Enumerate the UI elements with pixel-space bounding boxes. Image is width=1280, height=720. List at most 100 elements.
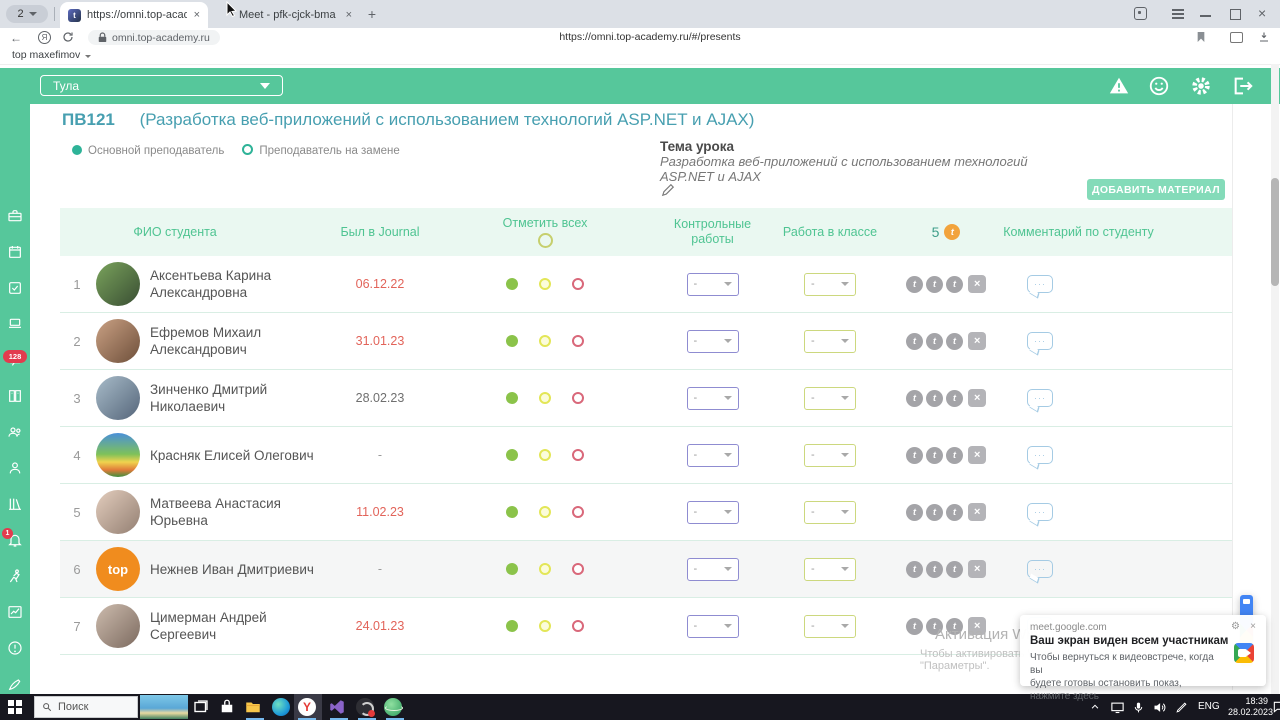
page-scrollbar-thumb[interactable] [1271,178,1279,286]
present-radio[interactable] [506,563,518,575]
action-center-icon[interactable] [1272,700,1280,714]
start-button[interactable] [8,700,22,714]
file-explorer-icon[interactable] [244,698,262,716]
clock[interactable]: 18:39 28.02.2023 [1228,696,1273,718]
url-origin-pill[interactable]: omni.top-academy.ru [88,30,220,45]
minimize-window-button[interactable] [1200,15,1211,17]
coin-button[interactable] [926,389,943,407]
coin-button[interactable] [946,446,963,464]
absent-radio[interactable] [572,335,584,347]
present-radio[interactable] [506,620,518,632]
coin-button[interactable] [946,332,963,350]
logout-icon[interactable] [1232,75,1254,97]
schedule-calendar-icon[interactable] [7,244,23,260]
coin-button[interactable] [926,332,943,350]
tab-counter[interactable]: 2 [6,5,48,23]
news-widget-thumbnail[interactable] [140,695,188,719]
coin-button[interactable] [946,389,963,407]
late-radio[interactable] [539,335,551,347]
coin-button[interactable] [946,560,963,578]
close-tab-icon[interactable]: × [194,9,200,21]
classwork-select[interactable]: - [804,614,856,638]
tests-select[interactable]: - [686,272,739,296]
student-person-icon[interactable] [7,460,23,476]
tasks-check-icon[interactable] [7,280,23,296]
notification-close-icon[interactable]: × [1250,621,1256,632]
edge-browser-icon[interactable] [272,698,290,716]
comment-icon[interactable] [1027,332,1053,350]
meet-notification[interactable]: meet.google.com ⚙ × Ваш экран виден всем… [1020,615,1266,702]
tests-select[interactable]: - [686,500,739,524]
mark-all-radio[interactable] [537,233,553,248]
bookmark-folder-top-maxefimov[interactable]: top maxefimov [12,49,92,61]
remove-coins-button[interactable] [968,560,986,578]
collections-icon[interactable] [1230,32,1243,43]
new-tab-button[interactable] [364,6,380,22]
absent-radio[interactable] [572,506,584,518]
download-icon[interactable] [1258,31,1270,43]
absent-radio[interactable] [572,620,584,632]
classwork-select[interactable]: - [804,329,856,353]
late-radio[interactable] [539,392,551,404]
close-window-button[interactable] [1258,5,1266,21]
tray-chevron-icon[interactable] [1090,702,1100,712]
edit-topic-icon[interactable] [661,183,675,197]
yandex-browser-icon[interactable] [298,698,316,716]
classwork-select[interactable]: - [804,500,856,524]
coin-button[interactable] [926,503,943,521]
restore-window-button[interactable] [1230,9,1241,20]
absent-radio[interactable] [572,278,584,290]
coin-button[interactable] [926,275,943,293]
remove-coins-button[interactable] [968,446,986,464]
remove-coins-button[interactable] [968,389,986,407]
absent-radio[interactable] [572,449,584,461]
coin-button[interactable] [906,389,923,407]
remove-coins-button[interactable] [968,332,986,350]
page-scrollbar-track[interactable] [1271,64,1279,694]
classwork-select[interactable]: - [804,272,856,296]
coin-button[interactable] [946,503,963,521]
present-radio[interactable] [506,335,518,347]
activity-runner-icon[interactable] [7,568,23,584]
tests-select[interactable]: - [686,443,739,467]
gear-icon[interactable] [1190,75,1212,97]
browser-extension-icon[interactable] [1134,7,1147,20]
coin-button[interactable] [946,275,963,293]
remove-coins-button[interactable] [968,503,986,521]
tab-omni[interactable]: t https://omni.top-acaden × [60,2,208,28]
library-books-icon[interactable] [7,496,23,512]
present-radio[interactable] [506,278,518,290]
store-icon[interactable] [218,698,236,716]
taskbar-search[interactable]: Поиск [34,696,138,718]
city-selector[interactable]: Тула [40,75,283,96]
late-radio[interactable] [539,449,551,461]
journal-laptop-icon[interactable] [7,316,23,332]
present-radio[interactable] [506,392,518,404]
recording-app-icon[interactable] [356,698,375,717]
add-material-button[interactable]: ДОБАВИТЬ МАТЕРИАЛ [1087,179,1225,200]
smiley-icon[interactable] [1148,75,1170,97]
tests-select[interactable]: - [686,557,739,581]
task-view-icon[interactable] [192,698,210,716]
comment-icon[interactable] [1027,275,1053,293]
late-radio[interactable] [539,563,551,575]
full-url-text[interactable]: https://omni.top-academy.ru/#/presents [400,31,900,43]
briefcase-icon[interactable] [7,208,23,224]
absent-radio[interactable] [572,563,584,575]
remove-coins-button[interactable] [968,275,986,293]
comment-icon[interactable] [1027,389,1053,407]
homework-book-icon[interactable] [7,388,23,404]
tests-select[interactable]: - [686,386,739,410]
stats-chart-icon[interactable] [7,604,23,620]
late-radio[interactable] [539,278,551,290]
tests-select[interactable]: - [686,329,739,353]
coin-button[interactable] [926,560,943,578]
coin-button[interactable] [906,560,923,578]
comment-icon[interactable] [1027,446,1053,464]
comment-icon[interactable] [1027,560,1053,578]
groups-people-icon[interactable] [7,424,23,440]
coin-button[interactable] [926,446,943,464]
reload-icon[interactable] [62,31,74,43]
notification-settings-icon[interactable]: ⚙ [1231,621,1240,632]
bookmark-icon[interactable] [1196,31,1206,43]
